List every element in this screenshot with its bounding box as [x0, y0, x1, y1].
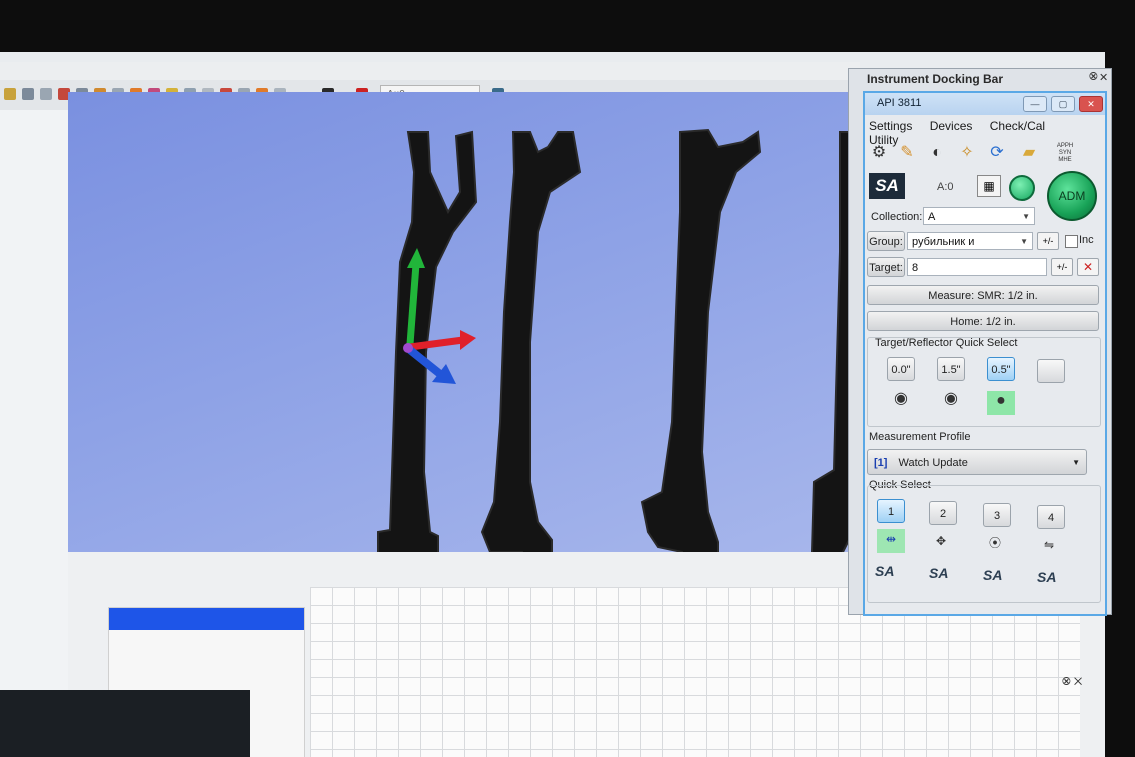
target-clear-button[interactable]: ✕	[1077, 258, 1099, 276]
quick-select-1-button[interactable]: 1	[877, 499, 905, 523]
menu-settings[interactable]: Settings	[869, 119, 912, 133]
collection-label: Collection:	[871, 211, 923, 223]
tree-panel[interactable]	[0, 110, 71, 757]
folder-icon[interactable]: ▰	[1019, 143, 1039, 163]
viewport-scene	[377, 128, 858, 582]
display-icon[interactable]: ▦	[977, 175, 1001, 197]
measure-mode-icon: ⦿	[988, 536, 1001, 550]
axis-x-head	[460, 330, 476, 350]
instrument-menu: Settings Devices Check/Cal Utility	[869, 119, 1101, 147]
sa-logo-small: SA	[983, 567, 1003, 583]
instrument-icon-row: ⚙ ✎ ◐ ✧ ⟳ ▰ APPH SYN MHE	[869, 141, 1101, 165]
instrument-titlebar: API 3811 — ▢ ✕	[865, 93, 1105, 115]
maximize-button[interactable]: ▢	[1051, 96, 1075, 112]
quick-select-2-button[interactable]: 2	[929, 501, 957, 525]
measure-mode-icon: ⇹	[877, 529, 905, 553]
frame-part-1[interactable]	[377, 130, 478, 573]
measure-button[interactable]: Measure: SMR: 1/2 in.	[867, 285, 1099, 305]
quick-select-4-button[interactable]: 4	[1037, 505, 1065, 529]
instrument-window: API 3811 — ▢ ✕ Settings Devices Check/Ca…	[863, 91, 1107, 616]
menu-devices[interactable]: Devices	[930, 119, 973, 133]
status-indicator	[1009, 175, 1035, 201]
minimize-button[interactable]: —	[1023, 96, 1047, 112]
reflector-blank-button[interactable]	[1037, 359, 1065, 383]
reflector-ball-icon: ◉	[894, 390, 908, 407]
sa-logo-small: SA	[875, 563, 895, 579]
measurement-profile-select[interactable]: [1] Watch Update ▼	[867, 449, 1087, 475]
axis-origin	[403, 343, 413, 353]
sa-logo-small: SA	[1037, 569, 1057, 585]
close-button[interactable]: ✕	[1079, 96, 1103, 112]
target-button[interactable]: Target:	[867, 257, 905, 277]
pin-icon[interactable]: ⮿	[1089, 71, 1098, 84]
group-button[interactable]: Group:	[867, 231, 905, 251]
frame-part-3[interactable]	[640, 128, 762, 582]
reflector-quick-select-label: Target/Reflector Quick Select	[875, 337, 1018, 349]
sa-logo-small: SA	[929, 565, 949, 581]
3d-viewport[interactable]	[68, 92, 858, 582]
ruler-icon[interactable]: ✎	[897, 143, 917, 163]
reflector-1-5-button[interactable]: 1.5"	[937, 357, 965, 381]
docking-bar-title: Instrument Docking Bar	[867, 72, 1004, 86]
measure-mode-icon: ✥	[935, 534, 947, 548]
measure-mode-icon: ⇋	[1043, 538, 1055, 552]
home-button[interactable]: Home: 1/2 in.	[867, 311, 1099, 331]
taskbar	[0, 690, 250, 757]
toolbar-button[interactable]	[22, 88, 34, 100]
frame-part-2[interactable]	[480, 131, 582, 573]
app-menubar	[0, 62, 860, 82]
sa-logo: SA	[869, 173, 905, 199]
quick-select-3-button[interactable]: 3	[983, 503, 1011, 527]
target-plus-minus-button[interactable]: +/-	[1051, 258, 1073, 276]
refresh-icon[interactable]: ⟳	[987, 143, 1007, 163]
gear-icon[interactable]: ⚙	[869, 143, 889, 163]
text-icon[interactable]: APPH SYN MHE	[1047, 143, 1083, 163]
reflector-0-5-button[interactable]: 0.5"	[987, 357, 1015, 381]
menu-check-cal[interactable]: Check/Cal	[990, 119, 1045, 133]
probe-icon[interactable]: ✧	[957, 143, 977, 163]
reflector-0-0-button[interactable]: 0.0"	[887, 357, 915, 381]
reflector-ball-icon: ●	[987, 391, 1015, 415]
instrument-docking-bar: Instrument Docking Bar ⮿ ✕ API 3811 — ▢ …	[848, 68, 1112, 616]
panel-pin-icon[interactable]: ⮿ ✕	[1062, 676, 1082, 689]
group-select[interactable]: рубильник и ▼	[907, 232, 1033, 250]
tracker-icon[interactable]: ◐	[927, 143, 947, 163]
target-field[interactable]: 8	[907, 258, 1047, 276]
close-icon[interactable]: ✕	[1099, 71, 1108, 84]
table-header	[109, 608, 304, 630]
adm-button[interactable]: ADM	[1047, 171, 1097, 221]
reflector-quick-select-group	[867, 337, 1101, 427]
toolbar-button[interactable]	[40, 88, 52, 100]
group-plus-minus-button[interactable]: +/-	[1037, 232, 1059, 250]
measurement-profile-label: Measurement Profile	[869, 431, 971, 443]
instrument-title: API 3811	[877, 97, 922, 109]
collection-select[interactable]: A ▼	[923, 207, 1035, 225]
group-inc-checkbox[interactable]	[1065, 235, 1078, 248]
reflector-ball-icon: ◉	[944, 390, 958, 407]
inc-label: Inc	[1079, 234, 1094, 246]
status-readout: A:0	[937, 181, 954, 193]
toolbar-button[interactable]	[4, 88, 16, 100]
